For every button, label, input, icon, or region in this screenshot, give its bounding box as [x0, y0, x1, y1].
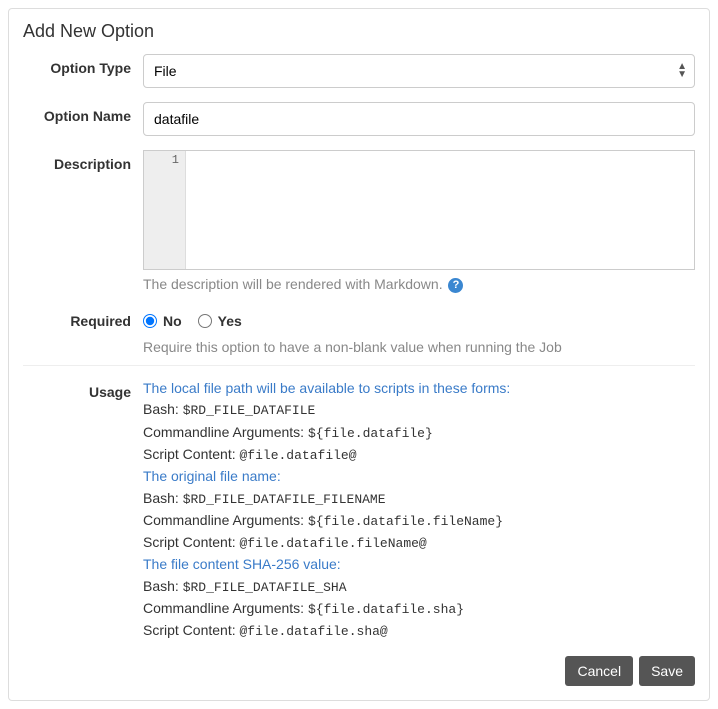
usage-line: Bash: $RD_FILE_DATAFILE_SHA	[143, 576, 695, 598]
usage-line: Commandline Arguments: ${file.datafile.f…	[143, 510, 695, 532]
cancel-button[interactable]: Cancel	[565, 656, 633, 686]
usage-section3-heading: The file content SHA-256 value:	[143, 554, 695, 576]
option-type-label: Option Type	[23, 54, 143, 76]
required-no-label: No	[163, 313, 182, 329]
description-editor[interactable]: 1	[143, 150, 695, 270]
required-no-item[interactable]: No	[143, 313, 182, 329]
page-title: Add New Option	[23, 21, 695, 42]
required-help: Require this option to have a non-blank …	[143, 339, 695, 355]
usage-block: The local file path will be available to…	[143, 378, 695, 642]
help-icon[interactable]: ?	[448, 278, 463, 293]
usage-section2-heading: The original file name:	[143, 466, 695, 488]
save-button[interactable]: Save	[639, 656, 695, 686]
required-yes-label: Yes	[218, 313, 242, 329]
footer: Cancel Save	[23, 656, 695, 686]
usage-line: Script Content: @file.datafile.sha@	[143, 620, 695, 642]
add-option-panel: Add New Option Option Type File ▲▼ Optio…	[8, 8, 710, 701]
editor-gutter: 1	[144, 151, 186, 269]
usage-line: Bash: $RD_FILE_DATAFILE_FILENAME	[143, 488, 695, 510]
description-help: The description will be rendered with Ma…	[143, 276, 695, 293]
usage-label: Usage	[23, 378, 143, 400]
option-name-label: Option Name	[23, 102, 143, 124]
required-radio-group: No Yes	[143, 307, 695, 329]
required-label: Required	[23, 307, 143, 329]
option-name-input[interactable]	[143, 102, 695, 136]
required-no-radio[interactable]	[143, 314, 157, 328]
option-type-select[interactable]: File	[143, 54, 695, 88]
usage-section1-heading: The local file path will be available to…	[143, 378, 695, 400]
required-yes-radio[interactable]	[198, 314, 212, 328]
usage-line: Commandline Arguments: ${file.datafile}	[143, 422, 695, 444]
usage-line: Bash: $RD_FILE_DATAFILE	[143, 399, 695, 421]
usage-line: Commandline Arguments: ${file.datafile.s…	[143, 598, 695, 620]
description-label: Description	[23, 150, 143, 172]
required-yes-item[interactable]: Yes	[198, 313, 242, 329]
usage-line: Script Content: @file.datafile.fileName@	[143, 532, 695, 554]
divider	[23, 365, 695, 366]
description-help-text: The description will be rendered with Ma…	[143, 276, 443, 292]
editor-body[interactable]	[186, 151, 694, 269]
usage-line: Script Content: @file.datafile@	[143, 444, 695, 466]
